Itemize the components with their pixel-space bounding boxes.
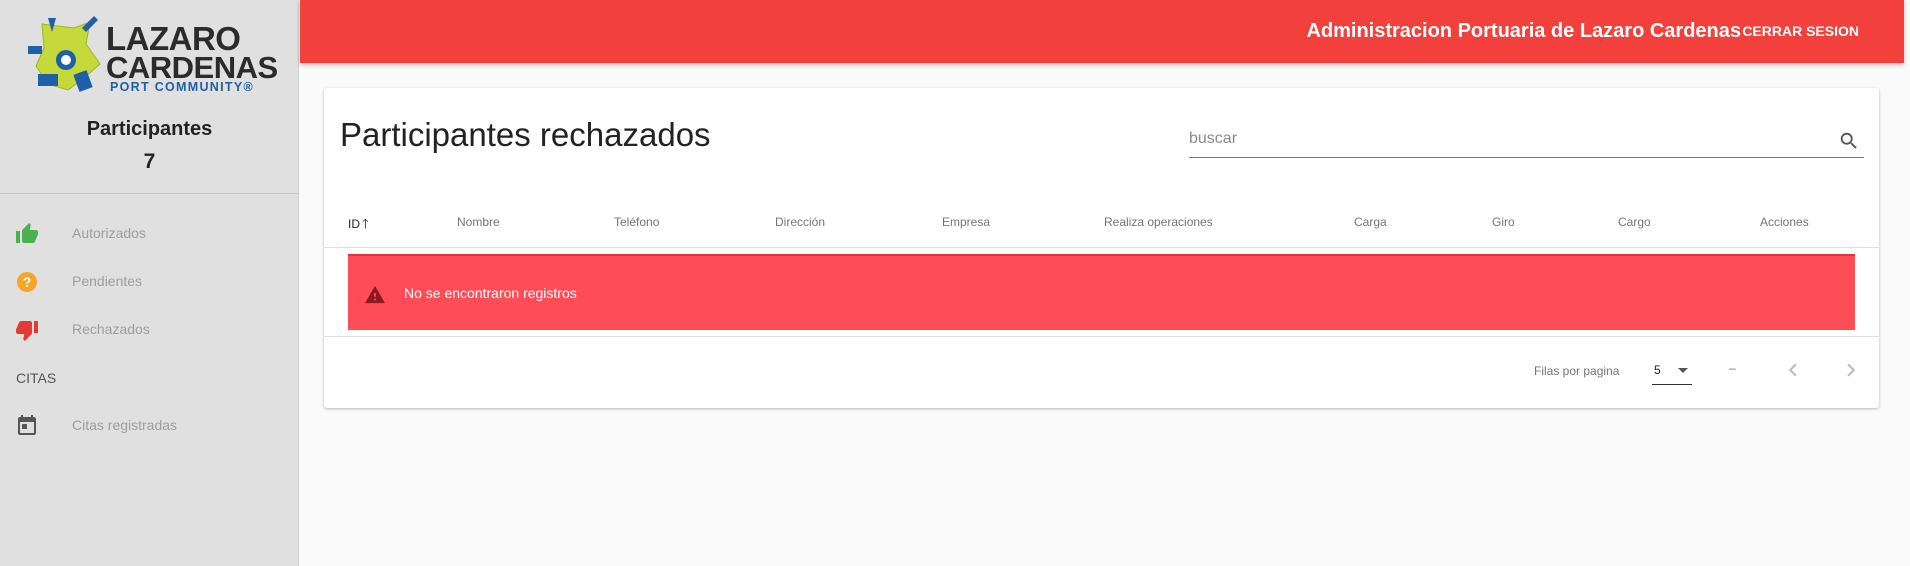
column-header-cargo[interactable]: Cargo — [1618, 215, 1651, 229]
column-header-acciones[interactable]: Acciones — [1760, 215, 1809, 229]
column-header-label: ID — [348, 217, 360, 231]
search-field — [1189, 126, 1864, 158]
column-header-telefono[interactable]: Teléfono — [614, 215, 659, 229]
rows-per-page-select[interactable]: 5 — [1652, 357, 1692, 385]
previous-page-button[interactable] — [1780, 357, 1806, 383]
sidebar-item-pendientes[interactable]: ? Pendientes — [0, 259, 299, 303]
sidebar-item-label: Pendientes — [72, 273, 143, 289]
svg-text:?: ? — [23, 274, 32, 290]
logo-text-line2: CARDENAS — [106, 50, 278, 85]
thumbs-down-icon — [15, 318, 39, 342]
lazaro-cardenas-logo: LAZARO CARDENAS PORT COMMUNITY® — [28, 14, 278, 98]
search-icon[interactable] — [1838, 130, 1860, 152]
sidebar-item-label: Rechazados — [72, 321, 150, 337]
sidebar: LAZARO CARDENAS PORT COMMUNITY® Particip… — [0, 0, 299, 566]
column-header-carga[interactable]: Carga — [1354, 215, 1387, 229]
sidebar-item-autorizados[interactable]: Autorizados — [0, 211, 299, 255]
rows-per-page-label: Filas por pagina — [1534, 364, 1620, 378]
sidebar-title: Participantes — [86, 118, 213, 140]
column-header-nombre[interactable]: Nombre — [457, 215, 500, 229]
column-header-giro[interactable]: Giro — [1492, 215, 1515, 229]
calendar-icon — [15, 414, 39, 438]
empty-results-message: No se encontraron registros — [404, 285, 577, 301]
top-bar: Administracion Portuaria de Lazaro Carde… — [300, 0, 1904, 63]
sidebar-count: 7 — [143, 150, 156, 173]
app-title: Administracion Portuaria de Lazaro Carde… — [1306, 20, 1741, 42]
page-title: Participantes rechazados — [340, 116, 711, 153]
sidebar-item-rechazados[interactable]: Rechazados — [0, 307, 299, 351]
main-card: Participantes rechazados ID🡑 Nombre Telé… — [324, 88, 1879, 408]
logo-text-line3: PORT COMMUNITY® — [110, 80, 254, 94]
warning-icon — [364, 284, 386, 304]
page-range: – — [1729, 361, 1736, 375]
thumbs-up-icon — [15, 222, 39, 246]
next-page-button[interactable] — [1838, 357, 1864, 383]
question-circle-icon: ? — [15, 270, 39, 294]
column-header-realiza-operaciones[interactable]: Realiza operaciones — [1104, 215, 1213, 229]
table-pagination: Filas por pagina 5 – — [324, 336, 1879, 408]
table-header: ID 🡑 Nombre Teléfono Dirección Empresa Re… — [324, 199, 1879, 248]
sidebar-item-citas-registradas[interactable]: Citas registradas — [0, 403, 299, 447]
chevron-down-icon — [1678, 368, 1688, 373]
column-header-empresa[interactable]: Empresa — [942, 215, 990, 229]
column-header-direccion[interactable]: Dirección — [775, 215, 825, 229]
search-input[interactable] — [1189, 130, 1829, 148]
rows-per-page-value: 5 — [1654, 363, 1661, 377]
empty-results-alert: No se encontraron registros — [348, 254, 1855, 330]
sidebar-divider — [0, 193, 299, 194]
sidebar-section-citas: CITAS — [16, 370, 57, 386]
sort-ascending-icon: 🡑 — [362, 216, 369, 231]
column-header-id[interactable]: ID 🡑 — [348, 215, 369, 237]
sidebar-item-label: Autorizados — [72, 225, 146, 241]
sidebar-item-label: Citas registradas — [72, 417, 178, 433]
logout-button[interactable]: CERRAR SESION — [1742, 23, 1859, 39]
